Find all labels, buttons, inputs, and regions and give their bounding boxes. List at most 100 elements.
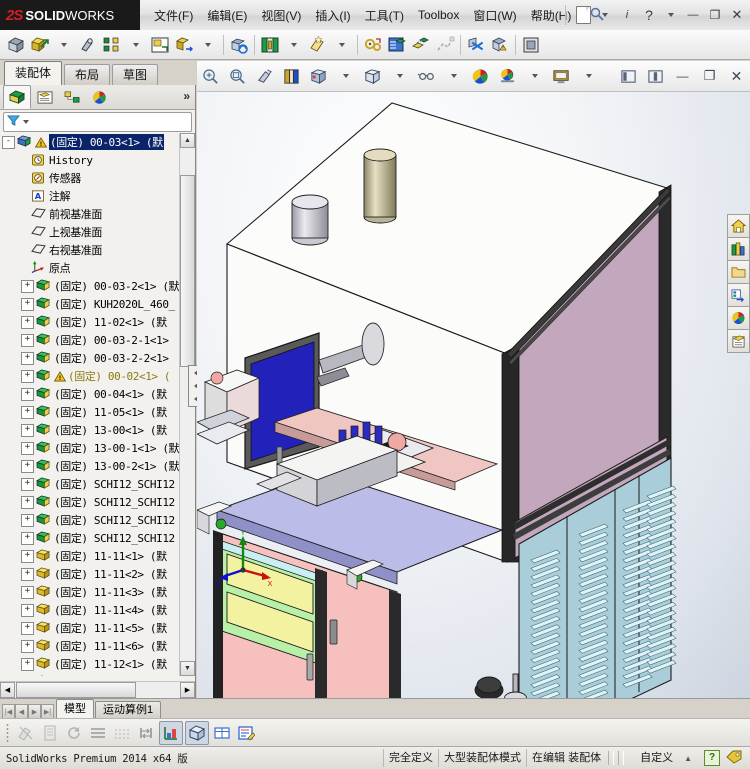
- tab-next-button[interactable]: ▶: [28, 704, 41, 719]
- status-arrow-icon[interactable]: ▲: [678, 754, 698, 763]
- tab-prev-button[interactable]: ◀: [15, 704, 28, 719]
- tree-expander[interactable]: +: [21, 531, 34, 545]
- reference-geometry-icon[interactable]: [307, 34, 329, 56]
- mate-icon[interactable]: [77, 34, 99, 56]
- menu-toolbox[interactable]: Toolbox: [418, 8, 459, 22]
- scroll-down-button[interactable]: ▼: [180, 661, 195, 676]
- zoom-to-fit-icon[interactable]: [200, 65, 222, 87]
- tree-expander[interactable]: +: [21, 585, 34, 599]
- tree-item-11-11-5[interactable]: + (固定) 11-11<5> (默: [0, 619, 195, 637]
- section-view-icon[interactable]: [281, 65, 303, 87]
- clearance-verification-icon[interactable]: !: [489, 34, 511, 56]
- tree-item-schi12-1[interactable]: + (固定) SCHI12_SCHI12: [0, 475, 195, 493]
- expand-manager-tabs-icon[interactable]: »: [183, 89, 190, 103]
- tree-expander[interactable]: -: [2, 135, 15, 149]
- feature-tree-filter-input[interactable]: [32, 113, 191, 131]
- configuration-manager-tab[interactable]: [59, 86, 85, 108]
- hatch-icon[interactable]: [111, 722, 133, 744]
- print-preview-icon[interactable]: [39, 722, 61, 744]
- hide-show-items-icon[interactable]: [416, 65, 438, 87]
- annotation-icon[interactable]: [235, 722, 257, 744]
- tree-expander[interactable]: +: [21, 567, 34, 581]
- tree-expander[interactable]: +: [21, 315, 34, 329]
- move-component-icon[interactable]: [173, 34, 195, 56]
- new-document-dropdown[interactable]: [596, 6, 614, 24]
- apply-scene-icon[interactable]: [497, 65, 519, 87]
- tree-item-00-04[interactable]: + (固定) 00-04<1> (默: [0, 385, 195, 403]
- hole-series-icon[interactable]: [520, 34, 542, 56]
- tree-expander[interactable]: +: [21, 675, 34, 676]
- menu-insert[interactable]: 插入(I): [315, 7, 350, 24]
- tree-expander[interactable]: +: [21, 333, 34, 347]
- interference-detection-icon[interactable]: [465, 34, 487, 56]
- view-settings-icon[interactable]: [551, 65, 573, 87]
- tree-item-13-00-2[interactable]: + (固定) 13-00-2<1> (默: [0, 457, 195, 475]
- tree-item-11-11-4[interactable]: + (固定) 11-11<4> (默: [0, 601, 195, 619]
- feature-tree-filter[interactable]: [3, 112, 192, 132]
- assembly-model-3d[interactable]: [197, 92, 750, 698]
- design-library-icon[interactable]: [726, 237, 750, 261]
- tree-item-right-plane[interactable]: 右视基准面: [0, 241, 195, 259]
- tree-item-11-12[interactable]: + (固定) 11-12<1> (默: [0, 655, 195, 673]
- new-motion-study-icon[interactable]: [362, 34, 384, 56]
- tab-layout[interactable]: 布局: [64, 64, 111, 85]
- bottom-tab-motion-study-1[interactable]: 运动算例1: [95, 701, 162, 719]
- viewport-single-icon[interactable]: [618, 65, 640, 87]
- view-orientation-icon[interactable]: [308, 65, 330, 87]
- tree-item-11-05[interactable]: + (固定) 11-05<1> (默: [0, 403, 195, 421]
- document-minimize-button[interactable]: —: [672, 65, 694, 87]
- tree-item-11-11-3[interactable]: + (固定) 11-11<3> (默: [0, 583, 195, 601]
- tree-item-13-00[interactable]: + (固定) 13-00<1> (默: [0, 421, 195, 439]
- tree-expander[interactable]: +: [21, 621, 34, 635]
- exploded-view-icon[interactable]: [410, 34, 432, 56]
- tree-item-00-02[interactable]: +! (固定) 00-02<1> (: [0, 367, 195, 385]
- tab-first-button[interactable]: |◀: [2, 704, 15, 719]
- custom-properties-icon[interactable]: [726, 329, 750, 353]
- edit-component-icon[interactable]: [5, 34, 27, 56]
- display-grid-icon[interactable]: [159, 720, 183, 745]
- move-component-dropdown[interactable]: [197, 34, 219, 56]
- minimize-button[interactable]: —: [684, 6, 702, 24]
- tree-item-schi12-3[interactable]: + (固定) SCHI12_SCHI12: [0, 511, 195, 529]
- document-restore-button[interactable]: ❐: [699, 65, 721, 87]
- zoom-to-area-icon[interactable]: [227, 65, 249, 87]
- view-palette-icon[interactable]: [726, 283, 750, 307]
- feature-tree[interactable]: -! (固定) 00-03<1> (默 History 传感器 A 注解 前视基准面 上视基准…: [0, 133, 195, 676]
- display-style-dropdown[interactable]: [389, 65, 411, 87]
- property-manager-tab[interactable]: [32, 86, 58, 108]
- tree-expander[interactable]: +: [21, 423, 34, 437]
- appearances-scenes-icon[interactable]: [726, 306, 750, 330]
- apply-scene-dropdown[interactable]: [524, 65, 546, 87]
- close-button[interactable]: ✕: [728, 6, 746, 24]
- filter-dropdown-icon[interactable]: [23, 120, 29, 124]
- status-customize[interactable]: 自定义: [626, 749, 678, 767]
- tab-last-button[interactable]: ▶|: [41, 704, 54, 719]
- tree-item-schi12-2[interactable]: + (固定) SCHI12_SCHI12: [0, 493, 195, 511]
- solidworks-resources-icon[interactable]: [726, 214, 750, 238]
- tree-expander[interactable]: +: [21, 477, 34, 491]
- tree-expander[interactable]: +: [21, 297, 34, 311]
- reference-geometry-dropdown[interactable]: [331, 34, 353, 56]
- toolbar-grip[interactable]: [6, 722, 9, 743]
- tree-expander[interactable]: +: [21, 405, 34, 419]
- tree-expander[interactable]: +: [21, 351, 34, 365]
- tree-item-front-plane[interactable]: 前视基准面: [0, 205, 195, 223]
- tree-item-11-11-1[interactable]: + (固定) 11-11<1> (默: [0, 547, 195, 565]
- tree-item-schi12-4[interactable]: + (固定) SCHI12_SCHI12: [0, 529, 195, 547]
- display-style-icon[interactable]: [362, 65, 384, 87]
- menu-view[interactable]: 视图(V): [261, 7, 301, 24]
- status-sw-tag-icon[interactable]: [726, 750, 750, 767]
- tree-expander[interactable]: +: [21, 459, 34, 473]
- shaded-sketch-contours-icon[interactable]: [15, 722, 37, 744]
- tree-expander[interactable]: +: [21, 639, 34, 653]
- bill-of-materials-icon[interactable]: [386, 34, 408, 56]
- scroll-right-button[interactable]: ▶: [180, 682, 195, 698]
- tree-item-top-plane[interactable]: 上视基准面: [0, 223, 195, 241]
- tree-item-root-assembly[interactable]: -! (固定) 00-03<1> (默: [0, 133, 195, 151]
- tree-item-13-00-1[interactable]: + (固定) 13-00-1<1> (默: [0, 439, 195, 457]
- tree-item-00-03-2-1[interactable]: + (固定) 00-03-2-1<1>: [0, 331, 195, 349]
- tree-item-sensors[interactable]: 传感器: [0, 169, 195, 187]
- tree-expander[interactable]: +: [21, 369, 34, 383]
- assembly-features-dropdown[interactable]: [283, 34, 305, 56]
- tree-expander[interactable]: +: [21, 279, 34, 293]
